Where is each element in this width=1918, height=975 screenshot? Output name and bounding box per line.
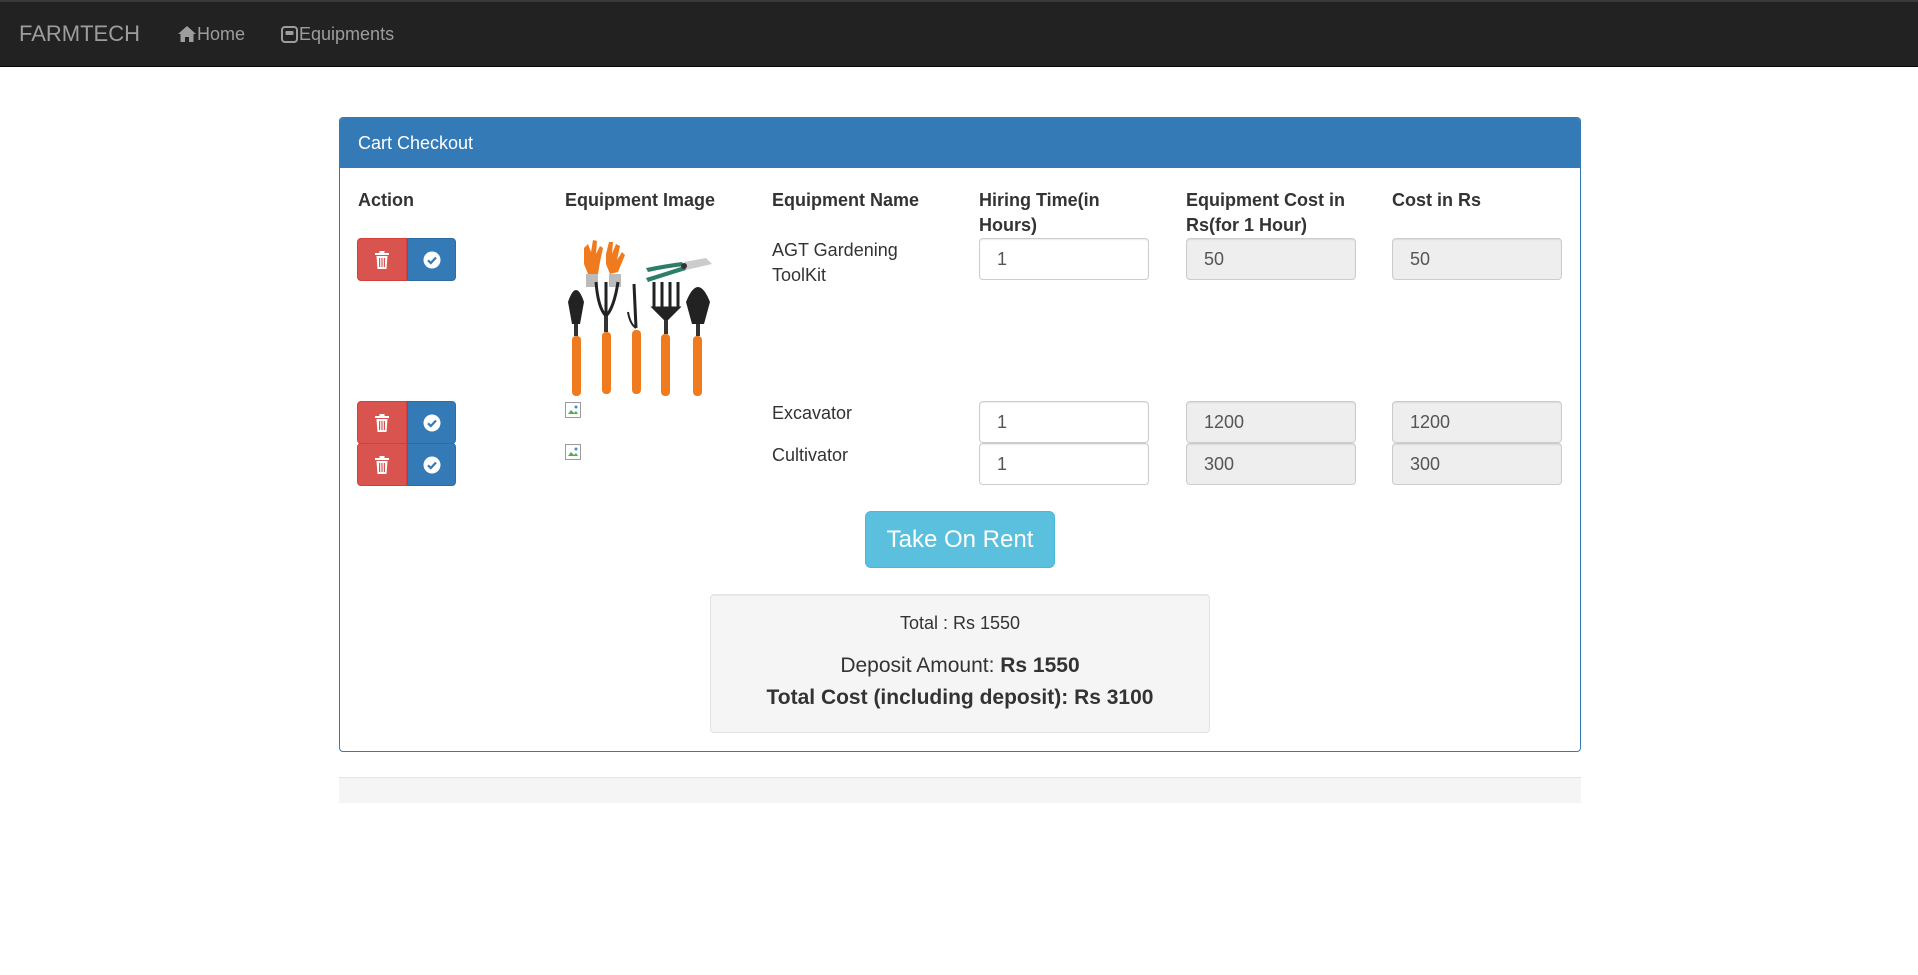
deposit-amount: Deposit Amount: Rs 1550 bbox=[711, 654, 1209, 678]
cultivator-icon bbox=[594, 281, 620, 394]
col-header-hours-line1: Hiring Time(in bbox=[979, 190, 1100, 210]
deposit-value: Rs 1550 bbox=[1000, 654, 1080, 677]
nav-equipments-label: Equipments bbox=[299, 23, 395, 44]
col-header-name: Equipment Name bbox=[772, 190, 920, 210]
delete-button[interactable] bbox=[357, 443, 407, 486]
panel-footer bbox=[339, 777, 1581, 803]
nav-home-link[interactable]: Home bbox=[178, 24, 245, 45]
nav-equipments-link[interactable]: Equipments bbox=[281, 24, 394, 45]
brand-link[interactable]: FARMTECH bbox=[19, 21, 140, 47]
col-header-action: Action bbox=[358, 190, 414, 210]
trash-icon bbox=[375, 413, 389, 432]
deposit-label: Deposit Amount: bbox=[840, 654, 1001, 677]
broken-image-icon bbox=[565, 444, 581, 460]
equipment-icon bbox=[281, 25, 299, 43]
panel-title: Cart Checkout bbox=[340, 118, 1580, 168]
unit-cost-field: 50 bbox=[1186, 238, 1356, 280]
grand-total: Total Cost (including deposit): Rs 3100 bbox=[766, 686, 1154, 709]
unit-cost-field: 300 bbox=[1186, 443, 1356, 485]
hiring-hours-input[interactable]: 1 bbox=[979, 401, 1149, 443]
row-action-group bbox=[357, 238, 457, 281]
equipment-name: Cultivator bbox=[772, 445, 849, 465]
confirm-button[interactable] bbox=[407, 443, 456, 486]
cost-field: 300 bbox=[1392, 443, 1562, 485]
col-header-hours-line2: Hours) bbox=[979, 215, 1037, 235]
nav-home-label: Home bbox=[197, 23, 246, 44]
col-header-hours: Hiring Time(in Hours) bbox=[979, 188, 1100, 238]
unit-cost-field: 1200 bbox=[1186, 401, 1356, 443]
equipment-name: AGT Gardening ToolKit bbox=[772, 238, 898, 288]
order-summary: Total : Rs 1550 Deposit Amount: Rs 1550 … bbox=[710, 594, 1210, 733]
confirm-button[interactable] bbox=[407, 401, 456, 444]
gardening-toolkit-image bbox=[568, 240, 712, 396]
cost-field: 1200 bbox=[1392, 401, 1562, 443]
equipment-name: Excavator bbox=[772, 403, 853, 423]
col-header-unit-cost: Equipment Cost in Rs(for 1 Hour) bbox=[1186, 188, 1345, 238]
trowel-icon bbox=[568, 290, 584, 396]
confirm-button[interactable] bbox=[407, 238, 456, 281]
check-circle-icon bbox=[423, 251, 440, 268]
take-on-rent-button[interactable]: Take On Rent bbox=[865, 511, 1055, 568]
check-circle-icon bbox=[423, 414, 440, 431]
gloves-icon bbox=[584, 240, 625, 287]
trowel-icon-2 bbox=[686, 287, 710, 396]
navbar: FARMTECH Home Equipments bbox=[0, 0, 1918, 67]
total-amount: Total : Rs 1550 bbox=[899, 613, 1021, 633]
trash-icon bbox=[375, 455, 389, 474]
delete-button[interactable] bbox=[357, 238, 407, 281]
hiring-hours-input[interactable]: 1 bbox=[979, 238, 1149, 280]
row-action-group bbox=[357, 443, 457, 486]
home-icon bbox=[178, 26, 196, 42]
trash-icon bbox=[375, 250, 389, 269]
broken-image-icon bbox=[565, 402, 581, 418]
delete-button[interactable] bbox=[357, 401, 407, 444]
fork-icon bbox=[650, 282, 682, 396]
row-action-group bbox=[357, 401, 457, 444]
equipment-name-line1: AGT Gardening bbox=[772, 240, 898, 260]
weeder-icon bbox=[627, 283, 641, 394]
col-header-cost: Cost in Rs bbox=[1392, 190, 1482, 210]
col-header-unit-cost-line1: Equipment Cost in bbox=[1186, 190, 1345, 210]
cost-field: 50 bbox=[1392, 238, 1562, 280]
col-header-unit-cost-line2: Rs(for 1 Hour) bbox=[1186, 215, 1307, 235]
pruner-icon bbox=[646, 258, 712, 282]
col-header-image: Equipment Image bbox=[565, 190, 716, 210]
hiring-hours-input[interactable]: 1 bbox=[979, 443, 1149, 485]
equipment-name-line2: ToolKit bbox=[772, 265, 827, 285]
check-circle-icon bbox=[423, 456, 440, 473]
